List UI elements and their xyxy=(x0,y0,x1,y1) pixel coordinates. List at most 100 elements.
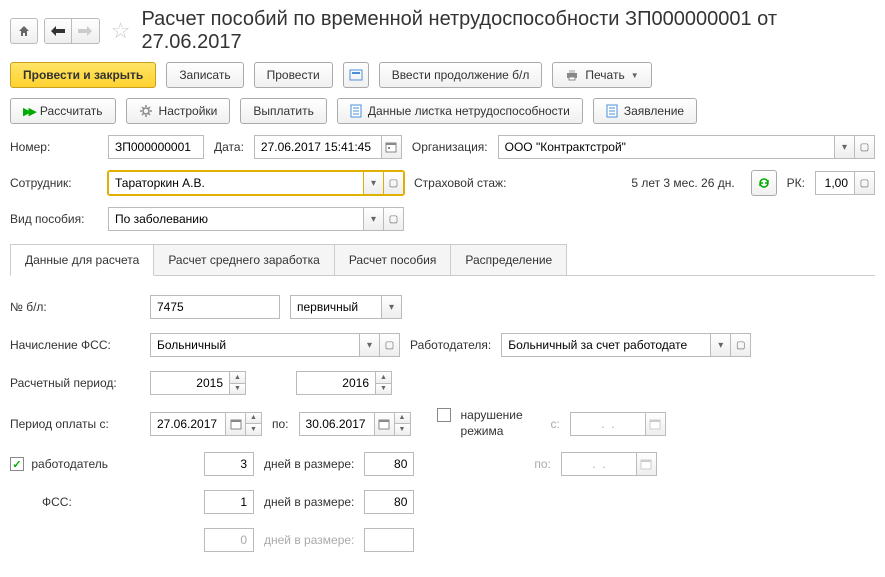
chevron-down-icon: ▾ xyxy=(842,142,847,153)
calc-year-to-field[interactable] xyxy=(296,371,376,395)
post-and-close-label: Провести и закрыть xyxy=(23,68,143,82)
tab-calc-data[interactable]: Данные для расчета xyxy=(10,244,154,276)
forward-button[interactable] xyxy=(72,18,100,44)
violation-from-label: с: xyxy=(551,417,560,431)
zero-days-field xyxy=(204,528,254,552)
fss-rate-field[interactable] xyxy=(364,490,414,514)
arrow-right-icon xyxy=(78,26,92,36)
payment-from-field[interactable] xyxy=(150,412,226,436)
calendar-button xyxy=(637,452,657,476)
tab-label: Расчет среднего заработка xyxy=(168,253,320,267)
violation-from-field xyxy=(570,412,646,436)
sick-leave-number-field[interactable] xyxy=(150,295,280,319)
home-button[interactable] xyxy=(10,18,38,44)
tab-avg-earnings[interactable]: Расчет среднего заработка xyxy=(153,244,335,275)
employer-accrual-field[interactable] xyxy=(501,333,711,357)
spinner-down-icon: ▼ xyxy=(246,424,261,435)
post-and-close-button[interactable]: Провести и закрыть xyxy=(10,62,156,88)
days-at-rate-label: дней в размере: xyxy=(264,495,354,509)
open-button[interactable]: ▢ xyxy=(855,135,875,159)
chevron-down-icon: ▾ xyxy=(718,340,723,351)
chevron-down-icon: ▾ xyxy=(367,340,372,351)
mode-icon xyxy=(349,68,363,82)
benefit-type-label: Вид пособия: xyxy=(10,212,98,226)
calculate-button[interactable]: ▶▶ Рассчитать xyxy=(10,98,116,124)
open-button[interactable]: ▢ xyxy=(384,171,404,195)
chevron-down-icon: ▾ xyxy=(389,302,394,313)
refresh-button[interactable] xyxy=(751,170,777,196)
enter-continuation-button[interactable]: Ввести продолжение б/л xyxy=(379,62,543,88)
chevron-down-icon: ▾ xyxy=(371,214,376,225)
calendar-icon xyxy=(385,141,397,153)
spinner[interactable]: ▲▼ xyxy=(395,412,411,436)
enter-continuation-label: Ввести продолжение б/л xyxy=(392,68,530,82)
post-button[interactable]: Провести xyxy=(254,62,333,88)
spinner[interactable]: ▲▼ xyxy=(246,412,262,436)
calc-year-from-field[interactable] xyxy=(150,371,230,395)
chevron-down-icon: ▾ xyxy=(371,178,376,189)
calendar-button[interactable] xyxy=(226,412,246,436)
violation-checkbox[interactable] xyxy=(437,408,451,422)
spinner-down-icon: ▼ xyxy=(376,384,391,395)
pay-button[interactable]: Выплатить xyxy=(240,98,327,124)
employer-rate-field[interactable] xyxy=(364,452,414,476)
dropdown-button[interactable]: ▾ xyxy=(364,171,384,195)
open-button[interactable]: ▢ xyxy=(380,333,400,357)
dropdown-button[interactable]: ▾ xyxy=(360,333,380,357)
sick-leave-data-button[interactable]: Данные листка нетрудоспособности xyxy=(337,98,583,124)
dropdown-button[interactable]: ▾ xyxy=(711,333,731,357)
spinner-up-icon: ▲ xyxy=(395,413,410,425)
spinner[interactable]: ▲▼ xyxy=(230,371,246,395)
open-button[interactable]: ▢ xyxy=(384,207,404,231)
tab-benefit-calc[interactable]: Расчет пособия xyxy=(334,244,452,275)
spinner-down-icon: ▼ xyxy=(230,384,245,395)
employee-label: Сотрудник: xyxy=(10,176,98,190)
organization-field[interactable] xyxy=(498,135,835,159)
employer-days-field[interactable] xyxy=(204,452,254,476)
document-icon xyxy=(350,104,362,118)
calendar-button xyxy=(646,412,666,436)
employer-checkbox[interactable]: ✓ xyxy=(10,457,24,471)
application-button[interactable]: Заявление xyxy=(593,98,697,124)
tab-distribution[interactable]: Распределение xyxy=(450,244,567,275)
employee-field[interactable] xyxy=(108,171,364,195)
days-at-rate-label: дней в размере: xyxy=(264,533,354,547)
open-button[interactable]: ▢ xyxy=(855,171,875,195)
back-button[interactable] xyxy=(44,18,72,44)
fss-accrual-field[interactable] xyxy=(150,333,360,357)
open-icon: ▢ xyxy=(385,340,394,351)
settings-button[interactable]: Настройки xyxy=(126,98,231,124)
page-title: Расчет пособий по временной нетрудоспосо… xyxy=(142,8,876,54)
employer-check-wrap: ✓ работодатель xyxy=(10,457,140,472)
calc-period-label: Расчетный период: xyxy=(10,376,140,390)
insurance-period-value: 5 лет 3 мес. 26 дн. xyxy=(516,176,740,190)
dropdown-button[interactable]: ▾ xyxy=(835,135,855,159)
rk-field[interactable] xyxy=(815,171,855,195)
open-icon: ▢ xyxy=(736,340,745,351)
calendar-button[interactable] xyxy=(382,135,402,159)
fss-days-field[interactable] xyxy=(204,490,254,514)
sick-leave-type-field[interactable] xyxy=(290,295,382,319)
dropdown-arrow-icon: ▼ xyxy=(631,71,639,80)
number-field[interactable] xyxy=(108,135,204,159)
tab-label: Данные для расчета xyxy=(25,253,139,267)
date-field[interactable] xyxy=(254,135,382,159)
favorite-star-icon[interactable]: ☆ xyxy=(110,20,132,42)
spinner-up-icon: ▲ xyxy=(246,413,261,425)
save-label: Записать xyxy=(179,68,230,82)
to-label: по: xyxy=(272,417,289,431)
spinner[interactable]: ▲▼ xyxy=(376,371,392,395)
dropdown-button[interactable]: ▾ xyxy=(364,207,384,231)
rk-label: РК: xyxy=(787,176,805,190)
mode-button[interactable] xyxy=(343,62,369,88)
payment-to-field[interactable] xyxy=(299,412,375,436)
print-button[interactable]: Печать ▼ xyxy=(552,62,651,88)
calendar-icon xyxy=(230,418,242,430)
settings-label: Настройки xyxy=(159,104,218,118)
dropdown-button[interactable]: ▾ xyxy=(382,295,402,319)
benefit-type-field[interactable] xyxy=(108,207,364,231)
calendar-button[interactable] xyxy=(375,412,395,436)
open-button[interactable]: ▢ xyxy=(731,333,751,357)
calendar-icon xyxy=(640,458,652,470)
save-button[interactable]: Записать xyxy=(166,62,243,88)
